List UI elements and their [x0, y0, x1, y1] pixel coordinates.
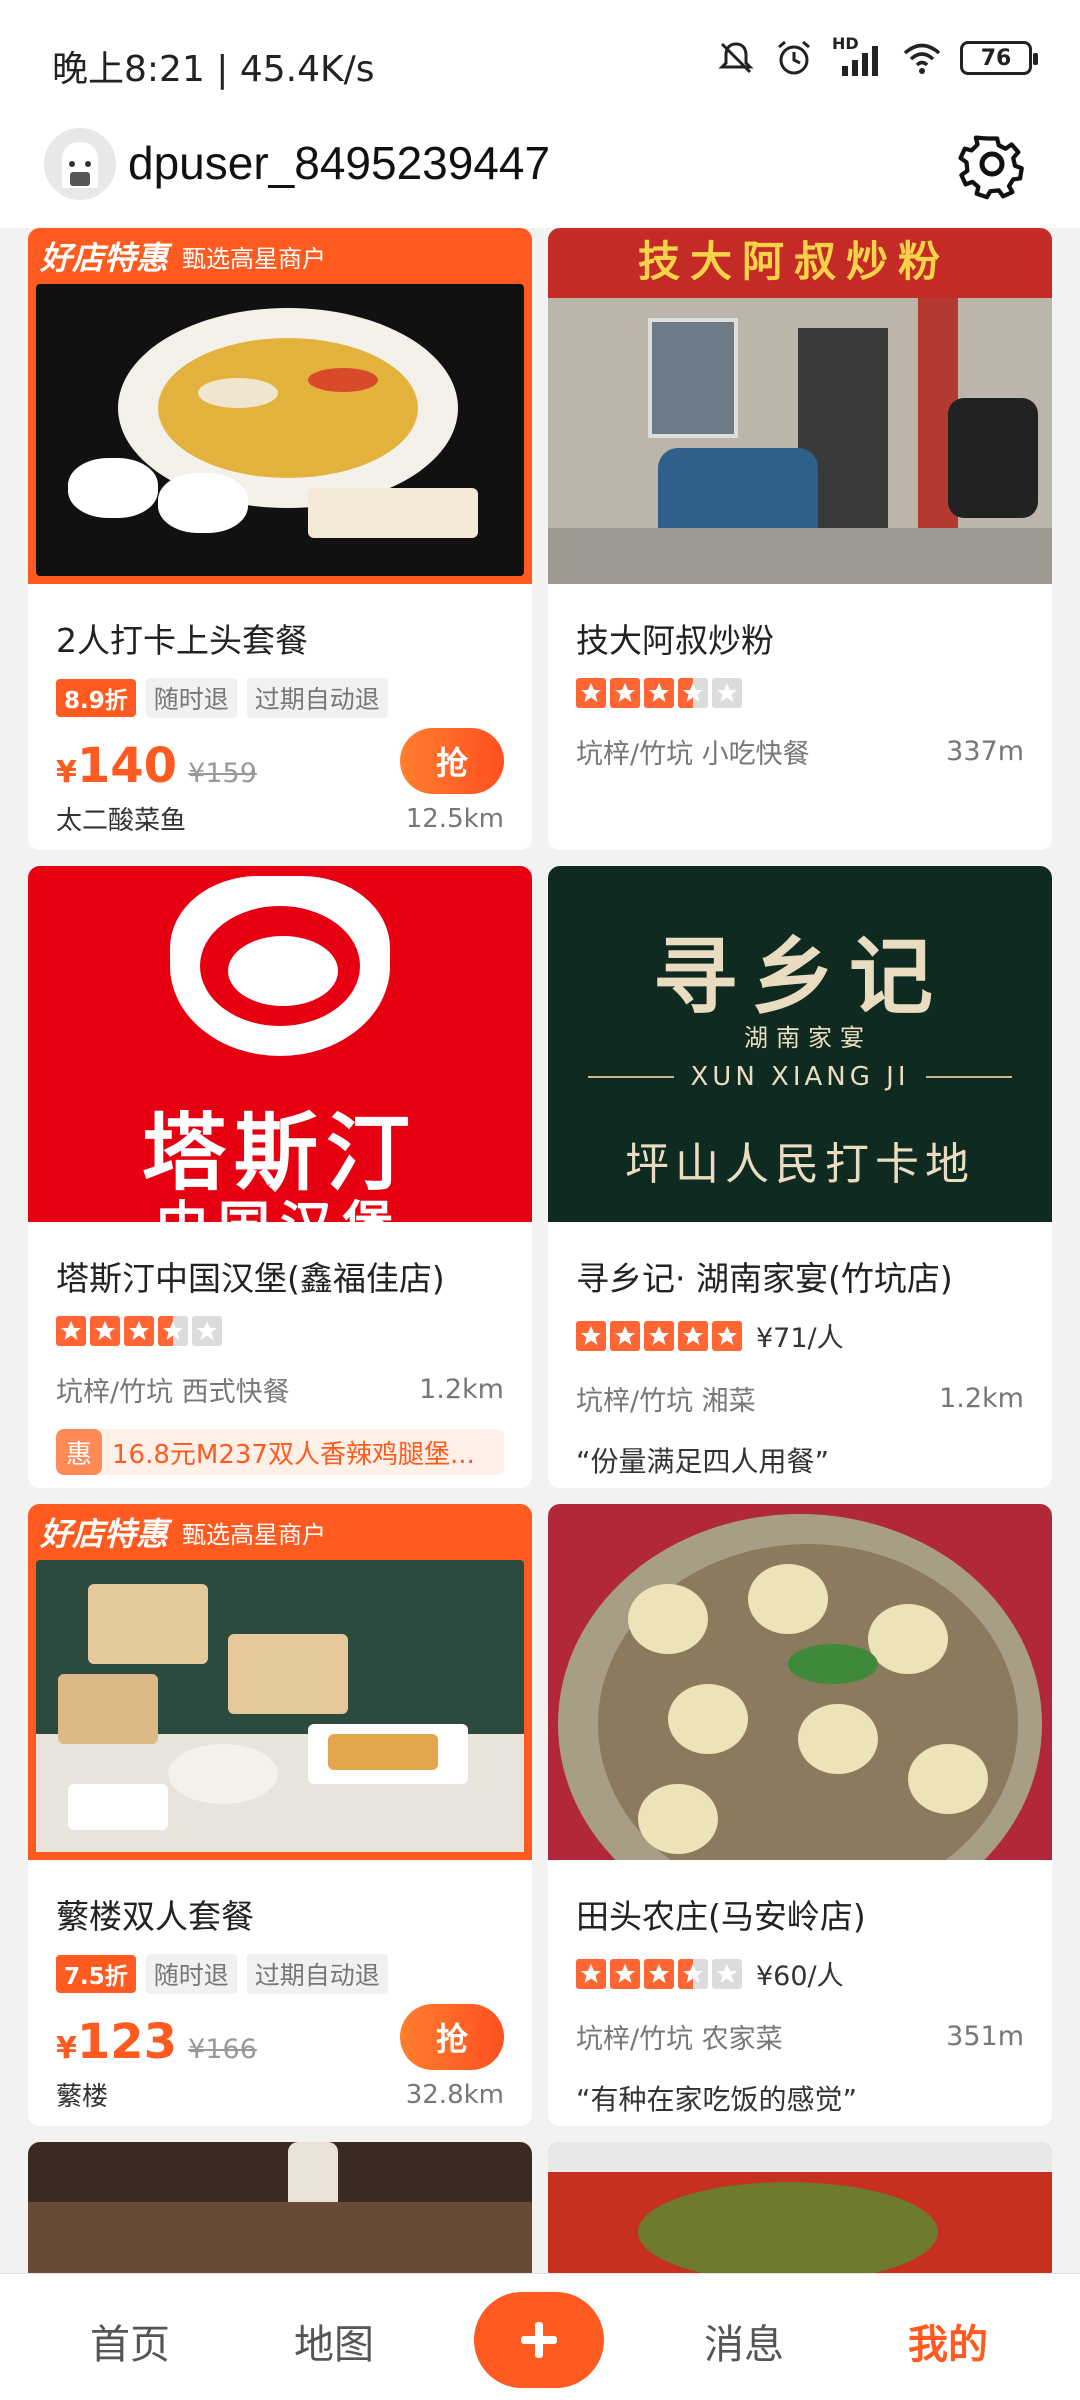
shop-card-xunxiangji[interactable]: 寻乡记 湖南家宴 XUN XIANG JI 坪山人民打卡地 寻乡记· 湖南家宴(… — [548, 866, 1052, 1488]
shop-title: 技大阿叔炒粉 — [576, 621, 774, 660]
distance: 1.2km — [419, 1374, 504, 1405]
avatar[interactable] — [44, 128, 116, 200]
bottom-nav: 首页 地图 消息 我的 — [0, 2273, 1080, 2400]
plus-icon[interactable] — [474, 2292, 604, 2388]
battery-level: 76 — [980, 45, 1012, 71]
shop-image: 技大阿叔炒粉 — [548, 228, 1052, 584]
shop-title: 寻乡记· 湖南家宴(竹坑店) — [576, 1259, 953, 1298]
rating-stars — [56, 1316, 504, 1346]
alarm-icon — [778, 40, 810, 75]
logo-pinyin: XUN XIANG JI — [674, 1062, 926, 1092]
status-bar: 晚上8:21 | 45.4K/s HD 76 — [0, 0, 1080, 120]
tag-refund-anytime: 随时退 — [145, 1954, 237, 1994]
recommend-feed[interactable]: 好店特惠 甄选高星商户 2人打卡上头套餐 8.9折 随时退 过期自动退 ¥140… — [0, 228, 1080, 2273]
nav-mine[interactable]: 我的 — [868, 2312, 1028, 2370]
shop-image — [548, 1504, 1052, 1860]
deal-card-fanlou[interactable]: 好店特惠 甄选高星商户 蘩楼双人套餐 7.5折 随时退 过期自动退 ¥123 ¥… — [28, 1504, 532, 2126]
shop-title: 田头农庄(马安岭店) — [576, 1897, 866, 1936]
rating-stars — [576, 678, 1024, 708]
shop-image: 寻乡记 湖南家宴 XUN XIANG JI 坪山人民打卡地 — [548, 866, 1052, 1222]
mute-icon — [718, 42, 754, 74]
area-category: 坑梓/竹坑 西式快餐 — [56, 1377, 290, 1408]
shop-card-jidashu[interactable]: 技大阿叔炒粉 技大阿叔炒粉 坑梓/竹坑 小吃快餐 337m — [548, 228, 1052, 850]
area-category: 坑梓/竹坑 农家菜 — [576, 2024, 783, 2055]
original-price: ¥166 — [188, 2034, 257, 2065]
shop-name: 太二酸菜鱼 — [56, 806, 187, 836]
good-shop-badge: 好店特惠 甄选高星商户 — [28, 228, 532, 284]
partial-card-right[interactable] — [548, 2142, 1052, 2273]
badge-title: 好店特惠 — [40, 1515, 169, 1553]
nav-home[interactable]: 首页 — [50, 2312, 210, 2370]
shop-sign: 技大阿叔炒粉 — [638, 237, 951, 286]
shop-title: 塔斯汀中国汉堡(鑫福佳店) — [56, 1259, 445, 1298]
battery-icon: 76 — [960, 41, 1038, 75]
logo-subtext: 湖南家宴 — [744, 1024, 872, 1052]
promo-text: 16.8元M237双人香辣鸡腿堡... — [112, 1439, 475, 1470]
distance: 1.2km — [939, 1383, 1024, 1414]
logo-slogan: 坪山人民打卡地 — [625, 1139, 975, 1190]
area-category: 坑梓/竹坑 小吃快餐 — [576, 739, 810, 770]
gear-icon[interactable] — [954, 126, 1030, 202]
deal-title: 蘩楼双人套餐 — [56, 1897, 254, 1936]
deal-card-taier[interactable]: 好店特惠 甄选高星商户 2人打卡上头套餐 8.9折 随时退 过期自动退 ¥140… — [28, 228, 532, 850]
tag-refund-anytime: 随时退 — [145, 678, 237, 718]
wifi-icon — [903, 43, 941, 74]
promo-icon: 惠 — [56, 1429, 102, 1475]
status-icons: HD 76 — [716, 34, 1038, 78]
rating-stars — [576, 1958, 742, 1989]
badge-subtitle: 甄选高星商户 — [182, 1520, 327, 1549]
nav-messages[interactable]: 消息 — [664, 2312, 824, 2370]
per-capita-price: ¥60/人 — [756, 1961, 844, 1992]
shop-name: 蘩楼 — [56, 2082, 109, 2112]
logo-text: 寻乡记 — [652, 928, 947, 1026]
signal-icon: HD — [832, 34, 884, 78]
status-time: 晚上8:21 | 45.4K/s — [52, 49, 375, 90]
nav-map[interactable]: 地图 — [254, 2312, 414, 2370]
tag-auto-refund: 过期自动退 — [246, 678, 388, 718]
promo-banner[interactable]: 惠 16.8元M237双人香辣鸡腿堡... — [56, 1429, 504, 1475]
discount-badge: 7.5折 — [56, 1955, 136, 1993]
per-capita-price: ¥71/人 — [756, 1323, 844, 1354]
distance: 351m — [946, 2021, 1024, 2052]
tag-auto-refund: 过期自动退 — [246, 1954, 388, 1994]
partial-card-left[interactable] — [28, 2142, 532, 2273]
discount-badge: 8.9折 — [56, 679, 136, 717]
shop-image: 塔斯汀 中国汉堡 — [28, 866, 532, 1222]
profile-header: dpuser_8495239447 — [0, 120, 1080, 228]
deal-price: ¥123 — [56, 2014, 178, 2070]
original-price: ¥159 — [188, 758, 257, 789]
deal-image: 好店特惠 甄选高星商户 — [28, 228, 532, 584]
badge-title: 好店特惠 — [40, 239, 169, 277]
distance: 12.5km — [405, 803, 504, 834]
grab-button[interactable]: 抢 — [400, 2004, 504, 2070]
logo-subtext: 中国汉堡 — [28, 1184, 532, 1222]
review-quote: “有种在家吃饭的感觉” — [576, 2083, 858, 2116]
rating-stars — [576, 1320, 742, 1351]
area-category: 坑梓/竹坑 湘菜 — [576, 1386, 756, 1417]
deal-image: 好店特惠 甄选高星商户 — [28, 1504, 532, 1860]
distance: 337m — [946, 736, 1024, 767]
good-shop-badge: 好店特惠 甄选高星商户 — [28, 1504, 532, 1560]
review-quote: “份量满足四人用餐” — [576, 1445, 830, 1478]
deal-price: ¥140 — [56, 738, 178, 794]
deal-title: 2人打卡上头套餐 — [56, 621, 308, 660]
username[interactable]: dpuser_8495239447 — [128, 136, 550, 190]
grab-button[interactable]: 抢 — [400, 728, 504, 794]
badge-subtitle: 甄选高星商户 — [182, 244, 327, 273]
shop-card-tiantou[interactable]: 田头农庄(马安岭店) ¥60/人 坑梓/竹坑 农家菜 351m “有种在家吃饭的… — [548, 1504, 1052, 2126]
shop-card-tastien[interactable]: 塔斯汀 中国汉堡 塔斯汀中国汉堡(鑫福佳店) 坑梓/竹坑 西式快餐 1.2km … — [28, 866, 532, 1488]
distance: 32.8km — [405, 2079, 504, 2110]
